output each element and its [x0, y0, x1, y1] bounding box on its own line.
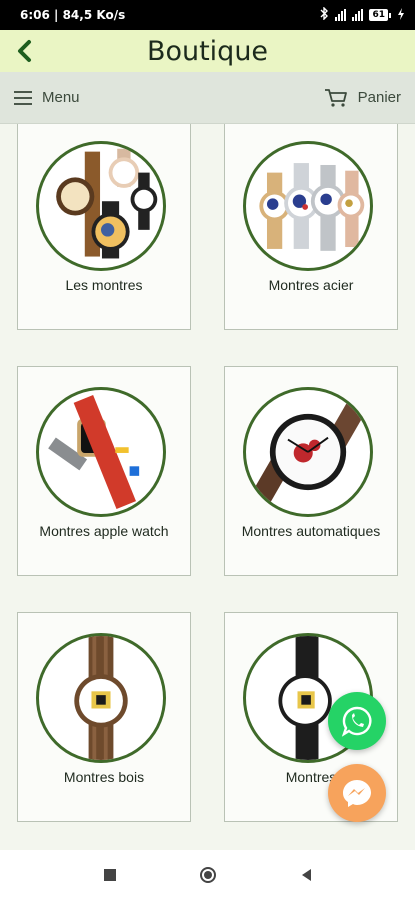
category-label: Montres automatiques	[241, 523, 381, 539]
bluetooth-icon	[319, 6, 329, 23]
app-bar: Boutique	[0, 30, 415, 72]
cart-icon	[324, 88, 347, 107]
menu-button[interactable]: Menu	[14, 89, 80, 106]
chevron-left-icon	[18, 40, 31, 62]
home-button[interactable]	[198, 865, 218, 885]
hamburger-icon	[14, 90, 32, 105]
category-card-montres-acier[interactable]: Montres acier	[224, 124, 398, 330]
category-image	[36, 141, 166, 271]
category-image	[243, 141, 373, 271]
status-icons: 61	[319, 6, 405, 23]
cart-label: Panier	[357, 89, 401, 106]
battery-icon: 61	[369, 9, 391, 21]
automatic-watch-icon	[250, 398, 368, 506]
category-card-apple-watch[interactable]: Montres apple watch	[17, 366, 191, 576]
messenger-icon	[343, 780, 371, 807]
menu-label: Menu	[42, 89, 80, 106]
category-card-les-montres[interactable]: Les montres	[17, 124, 191, 330]
system-back-button[interactable]	[296, 865, 316, 885]
status-time: 6:06 | 84,5 Ko/s	[20, 8, 126, 22]
category-image	[36, 633, 166, 763]
messenger-button[interactable]	[328, 764, 386, 822]
whatsapp-icon	[341, 706, 372, 737]
toolbar: Menu Panier	[0, 72, 415, 124]
category-card-automatiques[interactable]: Montres automatiques	[224, 366, 398, 576]
watch-collage-icon	[56, 148, 158, 259]
whatsapp-button[interactable]	[328, 692, 386, 750]
back-triangle-icon	[301, 869, 311, 881]
status-bar: 6:06 | 84,5 Ko/s 61	[0, 0, 415, 30]
back-button[interactable]	[8, 35, 40, 67]
category-label: Montres apple watch	[39, 523, 169, 539]
steel-watches-icon	[259, 163, 365, 251]
apple-watch-icon	[48, 395, 140, 509]
recent-apps-button[interactable]	[100, 865, 120, 885]
category-card-bois[interactable]: Montres bois	[17, 612, 191, 822]
home-circle-icon	[199, 867, 216, 883]
signal-icon-2	[352, 9, 364, 21]
square-icon	[103, 869, 116, 881]
page-title: Boutique	[146, 35, 269, 67]
category-label: Les montres	[65, 277, 143, 293]
wood-watch-icon	[74, 636, 128, 760]
category-label: Montres acier	[268, 277, 354, 293]
charging-icon	[397, 7, 405, 23]
cart-button[interactable]: Panier	[324, 88, 401, 108]
signal-icon	[335, 9, 347, 21]
category-image	[36, 387, 166, 517]
system-nav-bar	[0, 850, 415, 900]
category-image	[243, 387, 373, 517]
category-label: Montres bois	[63, 769, 145, 785]
